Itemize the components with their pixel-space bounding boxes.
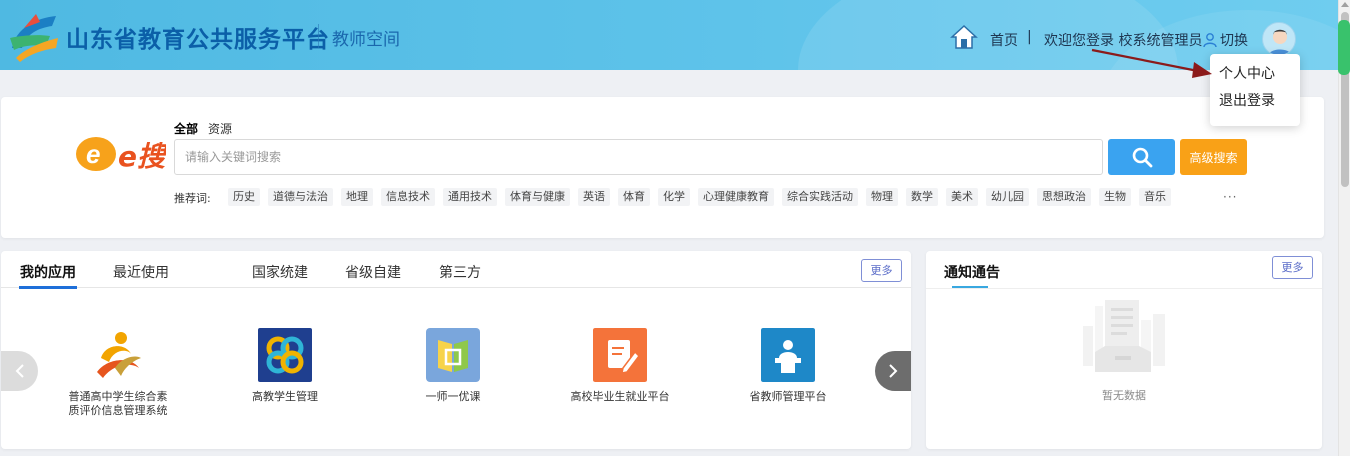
search-scope-tabs: 全部 资源 [174, 120, 232, 137]
nav-separator: | [1027, 29, 1032, 45]
teacher-podium-icon [761, 328, 815, 382]
nav-home-link[interactable]: 首页 [990, 30, 1018, 50]
notice-title: 通知通告 [944, 265, 1000, 281]
recommend-tag[interactable]: 道德与法治 [268, 188, 333, 206]
platform-subtitle: 教师空间 [332, 30, 400, 50]
recommend-tag[interactable]: 幼儿园 [986, 188, 1029, 206]
app-name: 高校毕业生就业平台 [570, 390, 670, 403]
app-item[interactable]: 普通高中学生综合素 质评价信息管理系统 [53, 328, 183, 418]
recommend-more-button[interactable]: ··· [1223, 190, 1237, 204]
side-indicator [1338, 20, 1350, 75]
chevron-left-icon [15, 364, 24, 378]
app-name: 普通高中学生综合素 质评价信息管理系统 [68, 390, 168, 417]
recommend-tag[interactable]: 思想政治 [1037, 188, 1091, 206]
recommend-tag[interactable]: 心理健康教育 [698, 188, 774, 206]
app-tab-bar: 我的应用 最近使用 国家统建 省级自建 第三方 [1, 251, 911, 288]
user-dropdown-menu: 个人中心 退出登录 [1210, 54, 1300, 126]
recommend-tag[interactable]: 体育 [618, 188, 650, 206]
book-icon [426, 328, 480, 382]
title-separator [318, 24, 319, 48]
recommend-label: 推荐词: [174, 192, 211, 205]
recommend-tag[interactable]: 通用技术 [443, 188, 497, 206]
app-item[interactable]: 高教学生管理 [220, 328, 350, 404]
recommend-tag[interactable]: 音乐 [1139, 188, 1171, 206]
empty-state-text: 暂无数据 [1102, 389, 1146, 402]
tab-recent[interactable]: 最近使用 [113, 262, 169, 282]
apps-more-button[interactable]: 更多 [861, 259, 902, 282]
notice-more-button[interactable]: 更多 [1272, 256, 1313, 279]
menu-item-personal-center[interactable]: 个人中心 [1210, 66, 1300, 93]
recommend-tag[interactable]: 综合实践活动 [782, 188, 858, 206]
swirl-logo-icon [97, 332, 141, 378]
search-input[interactable] [174, 139, 1103, 175]
search-tab-all[interactable]: 全部 [174, 120, 198, 137]
scroll-up-arrow-icon[interactable] [1341, 2, 1349, 7]
edit-doc-icon [593, 328, 647, 382]
recommend-tag[interactable]: 体育与健康 [505, 188, 570, 206]
recommend-tag[interactable]: 美术 [946, 188, 978, 206]
app-name: 一师一优课 [425, 390, 481, 403]
recommend-tag[interactable]: 地理 [341, 188, 373, 206]
empty-document-icon [1083, 300, 1165, 372]
tab-third-party[interactable]: 第三方 [439, 262, 481, 282]
advanced-search-button[interactable]: 高级搜索 [1180, 139, 1247, 175]
search-icon [1132, 147, 1152, 168]
carousel-next-button[interactable] [875, 351, 911, 391]
app-name: 高教学生管理 [252, 390, 318, 403]
tab-national[interactable]: 国家统建 [252, 262, 308, 282]
search-tab-resources[interactable]: 资源 [208, 120, 232, 137]
user-avatar[interactable] [1262, 22, 1296, 56]
app-item[interactable]: 高校毕业生就业平台 [555, 328, 685, 404]
app-item[interactable]: 一师一优课 [388, 328, 518, 404]
recommend-tag[interactable]: 生物 [1099, 188, 1131, 206]
recommend-tag[interactable]: 物理 [866, 188, 898, 206]
platform-logo-icon [10, 14, 58, 62]
recommend-tag-list: 历史 道德与法治 地理 信息技术 通用技术 体育与健康 英语 体育 化学 心理健… [228, 188, 1171, 206]
rings-icon [258, 328, 312, 382]
menu-item-logout[interactable]: 退出登录 [1210, 93, 1300, 120]
svg-text:e: e [86, 139, 100, 169]
platform-title: 山东省教育公共服务平台 [66, 27, 330, 53]
search-button[interactable] [1108, 139, 1175, 175]
logo-text: e搜 [118, 140, 166, 173]
recommend-tag[interactable]: 信息技术 [381, 188, 435, 206]
active-tab-indicator [19, 286, 77, 289]
recommend-tag[interactable]: 化学 [658, 188, 690, 206]
annotation-arrow [1091, 48, 1212, 78]
home-icon[interactable] [950, 24, 978, 50]
app-name: 省教师管理平台 [749, 390, 827, 403]
recommend-tag[interactable]: 英语 [578, 188, 610, 206]
recommend-tag[interactable]: 数学 [906, 188, 938, 206]
e-search-logo-icon: e e搜 [76, 137, 166, 173]
chevron-right-icon [889, 364, 898, 378]
recommend-tag[interactable]: 历史 [228, 188, 260, 206]
tab-my-apps[interactable]: 我的应用 [20, 262, 76, 282]
switch-label: 切换 [1220, 33, 1248, 49]
divider [926, 288, 1322, 289]
app-item[interactable]: 省教师管理平台 [723, 328, 853, 404]
tab-provincial[interactable]: 省级自建 [345, 262, 401, 282]
